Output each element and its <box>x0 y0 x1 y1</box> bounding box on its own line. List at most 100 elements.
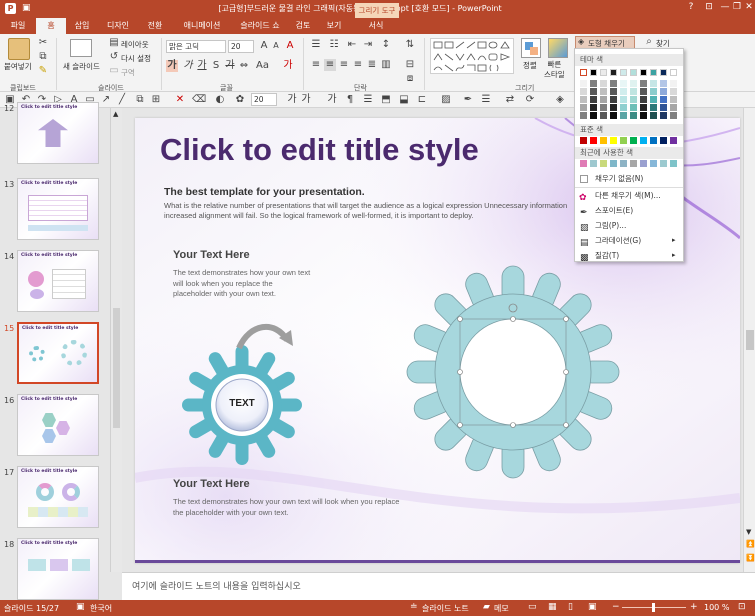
bold-icon[interactable]: 가 <box>166 60 178 72</box>
slide-scroll-thumb[interactable] <box>746 330 754 350</box>
theme-color-shade-swatch[interactable] <box>600 80 607 87</box>
fit-slide-icon[interactable]: ⊡ <box>738 602 746 612</box>
text-direction-icon[interactable]: ⇅ <box>404 39 416 51</box>
italic-icon[interactable]: 가 <box>182 60 194 72</box>
notes-toggle-label[interactable]: 슬라이드 노트 <box>422 603 469 614</box>
slide-body-text[interactable]: What is the relative number of presentat… <box>164 201 574 221</box>
normal-view-icon[interactable]: ▭ <box>528 602 537 612</box>
texture-option[interactable]: ▩ 질감(T) ▸ <box>575 248 683 263</box>
paste-label[interactable]: 붙여넣기 <box>4 61 32 72</box>
theme-color-shade-swatch[interactable] <box>650 112 657 119</box>
theme-color-shade-swatch[interactable] <box>600 96 607 103</box>
tab-insert[interactable]: 삽입 <box>66 18 98 34</box>
block1-heading[interactable]: Your Text Here <box>173 249 250 261</box>
theme-color-shade-swatch[interactable] <box>620 96 627 103</box>
qat-bullets-icon[interactable]: ☰ <box>362 94 374 106</box>
theme-color-shade-swatch[interactable] <box>610 88 617 95</box>
zoom-in-icon[interactable]: + <box>690 602 698 612</box>
theme-color-swatch[interactable] <box>590 69 597 76</box>
slide-thumbnail[interactable]: Click to edit title style <box>17 394 99 456</box>
theme-color-shade-swatch[interactable] <box>660 88 667 95</box>
zoom-level[interactable]: 100 % <box>704 603 729 612</box>
theme-color-shade-swatch[interactable] <box>580 112 587 119</box>
theme-color-swatch[interactable] <box>640 69 647 76</box>
standard-color-swatch[interactable] <box>660 137 667 144</box>
standard-color-swatch[interactable] <box>610 137 617 144</box>
slide-thumbnail[interactable]: Click to edit title style <box>17 538 99 600</box>
standard-color-swatch[interactable] <box>580 137 587 144</box>
theme-color-shade-swatch[interactable] <box>670 80 677 87</box>
theme-color-swatch[interactable] <box>610 69 617 76</box>
arrange-icon[interactable] <box>521 38 541 58</box>
no-fill-option[interactable]: 채우기 없음(N) <box>575 171 683 186</box>
slide-subtitle[interactable]: The best template for your presentation. <box>164 186 365 198</box>
theme-color-shade-swatch[interactable] <box>660 104 667 111</box>
font-size-combo[interactable]: 20 <box>228 40 254 53</box>
recent-color-swatch[interactable] <box>640 160 647 167</box>
arrow-icon[interactable]: ↗ <box>100 94 112 106</box>
standard-color-swatch[interactable] <box>590 137 597 144</box>
decrease-indent-icon[interactable]: ⇤ <box>346 39 358 51</box>
theme-color-shade-swatch[interactable] <box>580 104 587 111</box>
layout-label[interactable]: 레이아웃 <box>121 39 149 50</box>
recent-color-swatch[interactable] <box>600 160 607 167</box>
recent-color-swatch[interactable] <box>660 160 667 167</box>
paste-icon[interactable] <box>8 38 30 60</box>
group-objects-icon[interactable]: ⧉ <box>134 94 146 106</box>
theme-color-shade-swatch[interactable] <box>650 88 657 95</box>
grow-font-icon[interactable]: A <box>258 40 270 52</box>
slide-title[interactable]: Click to edit title style <box>160 132 620 168</box>
font-name-combo[interactable]: 맑은 고딕 <box>166 40 226 53</box>
thumbnail-scrollbar[interactable]: ▲ <box>110 108 122 572</box>
align-objects-icon[interactable]: ⊞ <box>150 94 162 106</box>
qat-align-icon[interactable]: ⊏ <box>416 94 428 106</box>
layout-icon[interactable]: ▤ <box>108 37 120 49</box>
theme-color-swatch[interactable] <box>660 69 667 76</box>
more-colors-option[interactable]: ✿ 다른 채우기 색(M)... <box>575 188 683 203</box>
qat-arrow-style-icon[interactable]: ⇄ <box>504 94 516 106</box>
standard-color-swatch[interactable] <box>670 137 677 144</box>
theme-color-shade-swatch[interactable] <box>650 104 657 111</box>
prev-slide-icon[interactable]: ⏫ <box>746 540 755 548</box>
theme-color-shade-swatch[interactable] <box>670 104 677 111</box>
save-icon[interactable]: ▣ <box>22 3 31 13</box>
theme-color-shade-swatch[interactable] <box>660 112 667 119</box>
tab-file[interactable]: 파일 <box>0 18 36 34</box>
theme-color-shade-swatch[interactable] <box>630 112 637 119</box>
tab-view[interactable]: 보기 <box>318 18 350 34</box>
columns-icon[interactable]: ▥ <box>380 59 392 71</box>
theme-color-shade-swatch[interactable] <box>610 112 617 119</box>
theme-color-shade-swatch[interactable] <box>630 88 637 95</box>
slide-thumbnail[interactable]: Click to edit title style <box>17 466 99 528</box>
theme-color-shade-swatch[interactable] <box>630 80 637 87</box>
notes-pane[interactable]: 여기에 슬라이드 노트의 내용을 입력하십시오 <box>122 572 755 600</box>
standard-color-swatch[interactable] <box>650 137 657 144</box>
tab-slideshow[interactable]: 슬라이드 쇼 <box>232 18 288 34</box>
theme-color-swatch[interactable] <box>580 69 587 76</box>
reading-view-icon[interactable]: ▯ <box>568 602 573 612</box>
qat-eyedropper-icon[interactable]: ✒ <box>462 94 474 106</box>
qat-fill-icon[interactable]: ◈ <box>554 94 566 106</box>
sorter-view-icon[interactable]: ▦ <box>548 602 557 612</box>
theme-color-shade-swatch[interactable] <box>670 112 677 119</box>
bullets-icon[interactable]: ☰ <box>310 39 322 51</box>
eyedropper-option[interactable]: ✒ 스포이트(E) <box>575 203 683 218</box>
theme-color-shade-swatch[interactable] <box>650 96 657 103</box>
recent-color-swatch[interactable] <box>580 160 587 167</box>
standard-color-swatch[interactable] <box>600 137 607 144</box>
align-left-icon[interactable]: ≡ <box>310 59 322 71</box>
comments-icon[interactable]: ▰ <box>483 602 490 612</box>
theme-color-shade-swatch[interactable] <box>640 112 647 119</box>
format-painter-icon[interactable]: ✎ <box>37 65 49 77</box>
theme-color-shade-swatch[interactable] <box>620 88 627 95</box>
recent-color-swatch[interactable] <box>630 160 637 167</box>
help-icon[interactable]: ? <box>685 2 697 12</box>
slide-thumbnail[interactable]: Click to edit title style <box>17 250 99 312</box>
theme-color-shade-swatch[interactable] <box>610 96 617 103</box>
distribute-icon[interactable]: ≣ <box>366 59 378 71</box>
quick-styles-icon[interactable] <box>548 38 568 58</box>
block1-text[interactable]: The text demonstrates how your own text … <box>173 268 313 300</box>
theme-color-shade-swatch[interactable] <box>640 88 647 95</box>
clear-format-icon[interactable]: A <box>284 40 296 52</box>
qat-line-style-icon[interactable]: ☰ <box>480 94 492 106</box>
